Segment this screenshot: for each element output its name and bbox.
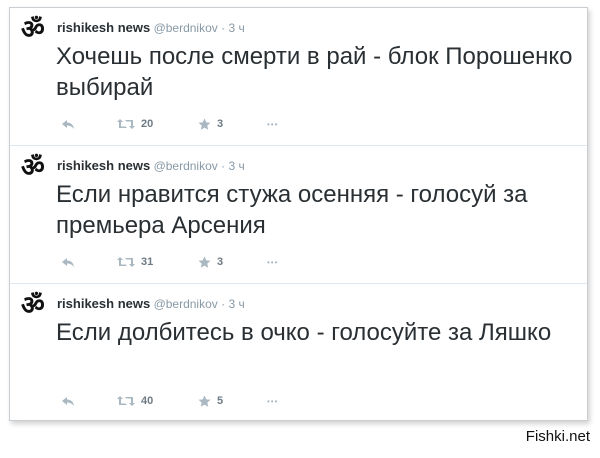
timestamp[interactable]: 3 ч bbox=[228, 297, 244, 311]
retweet-button[interactable]: 20 bbox=[117, 116, 153, 132]
tweet-list: ॐ rishikesh news @berdnikov · 3 ч Хочешь… bbox=[9, 7, 588, 421]
more-icon: ••• bbox=[267, 396, 279, 406]
user-name[interactable]: rishikesh news bbox=[57, 158, 150, 173]
user-handle[interactable]: @berdnikov bbox=[154, 159, 218, 173]
favorite-count: 5 bbox=[217, 395, 224, 407]
separator-dot: · bbox=[221, 21, 226, 35]
reply-button[interactable] bbox=[61, 393, 75, 409]
favorite-star-icon bbox=[198, 256, 211, 268]
tweet-text: Если долбитесь в очко - голосуйте за Ляш… bbox=[56, 319, 552, 346]
tweet[interactable]: ॐ rishikesh news @berdnikov · 3 ч Если д… bbox=[10, 283, 587, 422]
reply-icon bbox=[62, 258, 74, 267]
tweet-header: rishikesh news @berdnikov · 3 ч bbox=[57, 20, 245, 36]
more-icon: ••• bbox=[267, 257, 279, 267]
favorite-count: 3 bbox=[217, 118, 224, 130]
more-icon: ••• bbox=[267, 119, 279, 129]
tweet[interactable]: ॐ rishikesh news @berdnikov · 3 ч Если н… bbox=[10, 145, 587, 283]
om-avatar-icon[interactable]: ॐ bbox=[21, 293, 51, 319]
user-handle[interactable]: @berdnikov bbox=[154, 297, 218, 311]
tweet-text: Если нравится стужа осенняя - голосуй за… bbox=[56, 181, 528, 239]
tweet-header: rishikesh news @berdnikov · 3 ч bbox=[57, 296, 245, 312]
om-avatar-icon[interactable]: ॐ bbox=[21, 155, 51, 181]
user-handle[interactable]: @berdnikov bbox=[154, 21, 218, 35]
more-button[interactable]: ••• bbox=[267, 116, 278, 132]
tweet[interactable]: ॐ rishikesh news @berdnikov · 3 ч Хочешь… bbox=[10, 8, 587, 145]
reply-icon bbox=[62, 397, 74, 406]
retweet-count: 20 bbox=[141, 118, 154, 130]
retweet-button[interactable]: 31 bbox=[117, 254, 153, 270]
tweet-text: Хочешь после смерти в рай - блок Порошен… bbox=[56, 43, 573, 101]
more-button[interactable]: ••• bbox=[267, 254, 278, 270]
retweet-icon bbox=[117, 257, 135, 267]
favorite-star-icon bbox=[198, 395, 211, 407]
reply-button[interactable] bbox=[61, 116, 75, 132]
retweet-icon bbox=[117, 119, 135, 129]
timestamp[interactable]: 3 ч bbox=[228, 159, 244, 173]
retweet-icon bbox=[117, 396, 135, 406]
user-name[interactable]: rishikesh news bbox=[57, 296, 150, 311]
separator-dot: · bbox=[221, 159, 226, 173]
favorite-button[interactable]: 5 bbox=[198, 393, 223, 409]
favorite-button[interactable]: 3 bbox=[198, 254, 223, 270]
om-avatar-icon[interactable]: ॐ bbox=[21, 17, 51, 43]
retweet-count: 31 bbox=[141, 256, 154, 268]
user-name[interactable]: rishikesh news bbox=[57, 20, 150, 35]
reply-button[interactable] bbox=[61, 254, 75, 270]
favorite-star-icon bbox=[198, 118, 211, 130]
reply-icon bbox=[62, 120, 74, 129]
watermark: Fishki.net bbox=[525, 428, 590, 445]
favorite-count: 3 bbox=[217, 256, 224, 268]
tweet-header: rishikesh news @berdnikov · 3 ч bbox=[57, 158, 245, 174]
more-button[interactable]: ••• bbox=[267, 393, 278, 409]
retweet-count: 40 bbox=[141, 395, 154, 407]
favorite-button[interactable]: 3 bbox=[198, 116, 223, 132]
retweet-button[interactable]: 40 bbox=[117, 393, 153, 409]
separator-dot: · bbox=[221, 297, 226, 311]
timestamp[interactable]: 3 ч bbox=[228, 21, 244, 35]
